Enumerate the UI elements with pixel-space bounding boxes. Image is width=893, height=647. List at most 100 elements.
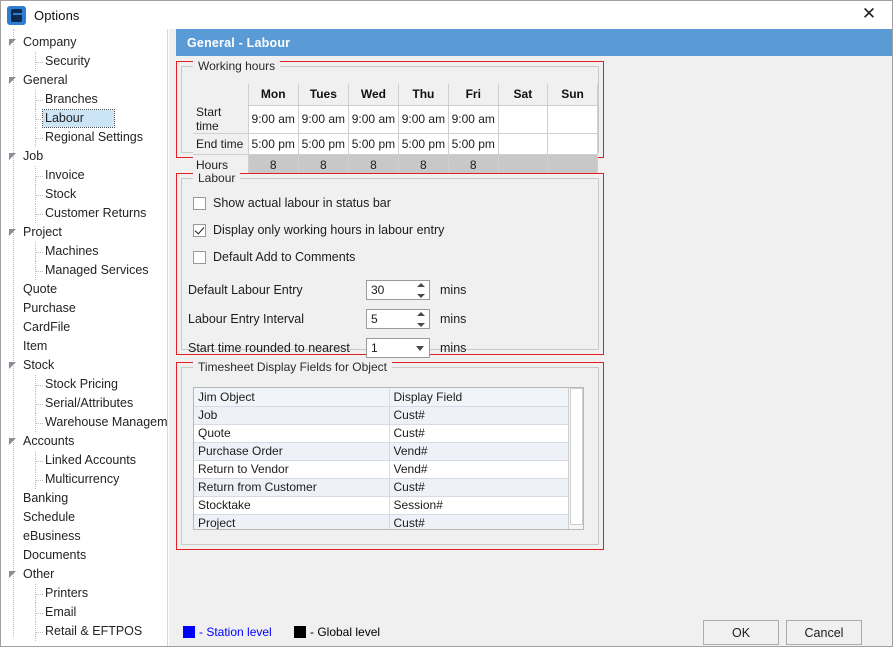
- table-row[interactable]: JobCust#: [194, 406, 568, 424]
- chevron-down-icon[interactable]: [417, 294, 425, 298]
- tree-guide-tick: [35, 423, 43, 424]
- sidebar-item-label: Labour: [43, 110, 114, 127]
- wh-cell[interactable]: 5:00 pm: [298, 134, 348, 155]
- sidebar-item-cardfile[interactable]: CardFile: [1, 318, 167, 337]
- sidebar-item-ebusiness[interactable]: eBusiness: [1, 527, 167, 546]
- timesheet-table[interactable]: Jim ObjectDisplay Field JobCust#QuoteCus…: [194, 388, 569, 530]
- wh-cell[interactable]: 9:00 am: [448, 105, 498, 134]
- expander-collapse-icon[interactable]: [9, 571, 18, 580]
- chevron-down-icon[interactable]: [417, 323, 425, 327]
- table-row[interactable]: ProjectCust#: [194, 514, 568, 530]
- wh-cell[interactable]: 9:00 am: [248, 105, 298, 134]
- wh-cell[interactable]: 5:00 pm: [248, 134, 298, 155]
- wh-cell[interactable]: 9:00 am: [348, 105, 398, 134]
- sidebar-item-branches[interactable]: Branches: [1, 90, 167, 109]
- expander-collapse-icon[interactable]: [9, 362, 18, 371]
- expander-collapse-icon[interactable]: [9, 153, 18, 162]
- checkbox-default-add-to-comments[interactable]: Default Add to Comments: [193, 250, 355, 264]
- sidebar-item-stock[interactable]: Stock: [1, 356, 167, 375]
- sidebar-item-invoice[interactable]: Invoice: [1, 166, 167, 185]
- sidebar-item-printers[interactable]: Printers: [1, 584, 167, 603]
- sidebar-item-purchase[interactable]: Purchase: [1, 299, 167, 318]
- station-level-swatch: [183, 626, 195, 638]
- expander-collapse-icon[interactable]: [9, 77, 18, 86]
- sidebar-item-labour[interactable]: Labour: [1, 109, 167, 128]
- sidebar-item-job[interactable]: Job: [1, 147, 167, 166]
- checkbox-box[interactable]: [193, 197, 206, 210]
- sidebar-item-general[interactable]: General: [1, 71, 167, 90]
- table-row[interactable]: Purchase OrderVend#: [194, 442, 568, 460]
- timesheet-scrollbar[interactable]: [568, 388, 583, 529]
- column-header[interactable]: Display Field: [389, 388, 568, 406]
- sidebar-item-accounts[interactable]: Accounts: [1, 432, 167, 451]
- sidebar-item-stock[interactable]: Stock: [1, 185, 167, 204]
- sidebar-item-security[interactable]: Security: [1, 52, 167, 71]
- default-labour-entry-stepper[interactable]: 30: [366, 280, 430, 300]
- tree-guide-tick: [35, 594, 43, 595]
- wh-cell[interactable]: [548, 134, 598, 155]
- wh-cell[interactable]: 5:00 pm: [398, 134, 448, 155]
- tree-guide-tick: [35, 404, 43, 405]
- sidebar-item-customer-returns[interactable]: Customer Returns: [1, 204, 167, 223]
- sidebar-item-schedule[interactable]: Schedule: [1, 508, 167, 527]
- column-header[interactable]: Jim Object: [194, 388, 389, 406]
- sidebar-item-multicurrency[interactable]: Multicurrency: [1, 470, 167, 489]
- table-row[interactable]: QuoteCust#: [194, 424, 568, 442]
- scrollbar-thumb[interactable]: [570, 388, 583, 525]
- labour-groupbox: Labour Show actual labour in status bar …: [181, 178, 599, 350]
- sidebar-item-label: General: [23, 73, 67, 88]
- sidebar-item-documents[interactable]: Documents: [1, 546, 167, 565]
- chevron-down-icon[interactable]: [416, 346, 424, 351]
- labour-entry-interval-stepper[interactable]: 5: [366, 309, 430, 329]
- checkbox-show-actual-labour[interactable]: Show actual labour in status bar: [193, 196, 391, 210]
- table-row[interactable]: Return to VendorVend#: [194, 460, 568, 478]
- sidebar-item-linked-accounts[interactable]: Linked Accounts: [1, 451, 167, 470]
- wh-cell[interactable]: [498, 105, 547, 134]
- chevron-up-icon[interactable]: [417, 283, 425, 287]
- sidebar-item-serial-attributes[interactable]: Serial/Attributes: [1, 394, 167, 413]
- sidebar-item-machines[interactable]: Machines: [1, 242, 167, 261]
- checkbox-box[interactable]: [193, 224, 206, 237]
- labour-title: Labour: [193, 171, 240, 185]
- wh-cell[interactable]: [498, 134, 547, 155]
- sidebar-item-retail-eftpos[interactable]: Retail & EFTPOS: [1, 622, 167, 641]
- sidebar-item-email[interactable]: Email: [1, 603, 167, 622]
- sidebar-item-project[interactable]: Project: [1, 223, 167, 242]
- wh-cell[interactable]: 9:00 am: [398, 105, 448, 134]
- sidebar-item-quote[interactable]: Quote: [1, 280, 167, 299]
- sidebar-item-stock-pricing[interactable]: Stock Pricing: [1, 375, 167, 394]
- sidebar-item-warehouse-management[interactable]: Warehouse Management: [1, 413, 167, 432]
- stepper-arrows-icon[interactable]: [416, 312, 425, 327]
- checkbox-display-only-working-hours[interactable]: Display only working hours in labour ent…: [193, 223, 444, 237]
- timesheet-grid[interactable]: Jim ObjectDisplay Field JobCust#QuoteCus…: [193, 387, 584, 530]
- tree-guide-tick: [35, 271, 43, 272]
- cancel-button[interactable]: Cancel: [786, 620, 862, 645]
- stepper-arrows-icon[interactable]: [416, 283, 425, 298]
- field-start-time-rounded: Start time rounded to nearest 1 mins: [188, 338, 466, 358]
- sidebar-item-item[interactable]: Item: [1, 337, 167, 356]
- sidebar-item-company[interactable]: Company: [1, 33, 167, 52]
- sidebar-item-label: Quote: [23, 282, 57, 297]
- sidebar-item-label: Invoice: [45, 168, 85, 183]
- settings-tree[interactable]: CompanySecurity General BranchesLabourRegi…: [1, 29, 168, 646]
- working-hours-table[interactable]: MonTuesWedThuFriSatSun Start time9:00 am…: [193, 84, 598, 176]
- wh-cell[interactable]: 5:00 pm: [348, 134, 398, 155]
- checkbox-label: Display only working hours in labour ent…: [213, 223, 444, 237]
- wh-cell[interactable]: [548, 105, 598, 134]
- table-row[interactable]: Return from CustomerCust#: [194, 478, 568, 496]
- start-time-rounded-select[interactable]: 1: [366, 338, 430, 358]
- expander-collapse-icon[interactable]: [9, 229, 18, 238]
- sidebar-item-managed-services[interactable]: Managed Services: [1, 261, 167, 280]
- expander-collapse-icon[interactable]: [9, 39, 18, 48]
- wh-cell[interactable]: 9:00 am: [298, 105, 348, 134]
- chevron-up-icon[interactable]: [417, 312, 425, 316]
- checkbox-box[interactable]: [193, 251, 206, 264]
- sidebar-item-other[interactable]: Other: [1, 565, 167, 584]
- close-icon[interactable]: ✕: [846, 1, 892, 28]
- sidebar-item-regional-settings[interactable]: Regional Settings: [1, 128, 167, 147]
- expander-collapse-icon[interactable]: [9, 438, 18, 447]
- sidebar-item-banking[interactable]: Banking: [1, 489, 167, 508]
- table-row[interactable]: StocktakeSession#: [194, 496, 568, 514]
- wh-cell[interactable]: 5:00 pm: [448, 134, 498, 155]
- ok-button[interactable]: OK: [703, 620, 779, 645]
